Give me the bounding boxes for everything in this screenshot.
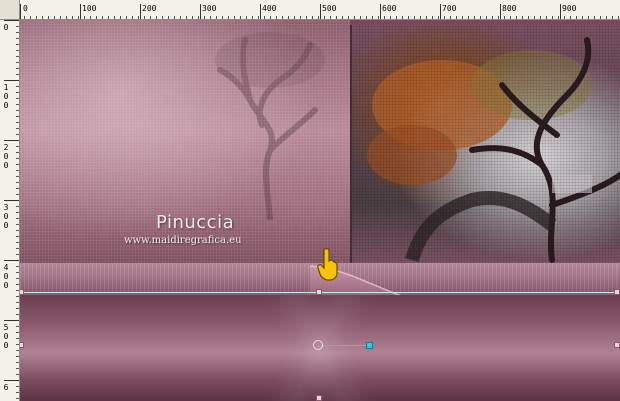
ruler-top-label: 500: [322, 4, 337, 13]
left-misty-panel: Pinuccia www.maidiregrafica.eu: [20, 20, 350, 265]
ruler-corner[interactable]: [0, 0, 20, 20]
ruler-major-tick: [500, 4, 501, 19]
rotation-handle-icon[interactable]: [366, 342, 373, 349]
horizontal-ruler[interactable]: 0 100 200 300 400 500 600 700 800 900: [0, 0, 620, 20]
ruler-top-label: 300: [202, 4, 217, 13]
ruler-top-label: 800: [502, 4, 517, 13]
image-canvas[interactable]: Pinuccia www.maidiregrafica.eu: [20, 20, 620, 401]
pivot-point-icon[interactable]: [313, 340, 323, 350]
ruler-top-label: 100: [82, 4, 97, 13]
ruler-major-tick: [4, 80, 19, 81]
ruler-major-tick: [4, 20, 19, 21]
ghost-tree-icon: [215, 32, 325, 220]
transform-handle-middle-left[interactable]: [20, 342, 24, 348]
ruler-top-label: 900: [562, 4, 577, 13]
transform-handle-middle-right[interactable]: [614, 342, 620, 348]
right-tree-panel: [350, 25, 620, 265]
ruler-top-label: 200: [142, 4, 157, 13]
ruler-top-label: 700: [442, 4, 457, 13]
ruler-major-tick: [380, 4, 381, 19]
ruler-left-label: 2 0 0: [3, 143, 9, 170]
ruler-major-tick: [4, 140, 19, 141]
ruler-left-label: 5 0 0: [3, 323, 9, 350]
ruler-major-tick: [140, 4, 141, 19]
transform-handle-bottom[interactable]: [316, 395, 322, 401]
transform-handle-left[interactable]: [20, 289, 24, 295]
ruler-left-label: 6: [3, 383, 9, 392]
brand-title: Pinuccia: [156, 212, 235, 233]
ruler-major-tick: [4, 380, 19, 381]
ruler-major-tick: [260, 4, 261, 19]
ruler-major-tick: [80, 4, 81, 19]
pointing-hand-icon: [317, 248, 338, 281]
ruler-major-tick: [20, 4, 21, 19]
ruler-left-label: 4 0 0: [3, 263, 9, 290]
ruler-left-label: 3 0 0: [3, 203, 9, 230]
ruler-top-label: 0: [23, 4, 28, 13]
ruler-top-label: 400: [262, 4, 277, 13]
ruler-major-tick: [4, 320, 19, 321]
ruler-major-tick: [560, 4, 561, 19]
ruler-major-tick: [320, 4, 321, 19]
brand-url: www.maidiregrafica.eu: [124, 235, 242, 246]
ruler-left-label: 1 0 0: [3, 83, 9, 110]
ruler-left-label: 0: [3, 23, 9, 32]
vertical-ruler[interactable]: 0 1 0 0 2 0 0 3 0 0 4 0 0 5 0 0 6: [0, 20, 20, 401]
ruler-major-tick: [440, 4, 441, 19]
ruler-major-tick: [4, 260, 19, 261]
ruler-major-tick: [4, 200, 19, 201]
transform-handle-right[interactable]: [614, 289, 620, 295]
ruler-top-label: 600: [382, 4, 397, 13]
autumn-tree-icon: [367, 37, 620, 263]
rotation-arm: [323, 345, 367, 346]
ruler-major-tick: [200, 4, 201, 19]
transform-handle-top[interactable]: [316, 289, 322, 295]
